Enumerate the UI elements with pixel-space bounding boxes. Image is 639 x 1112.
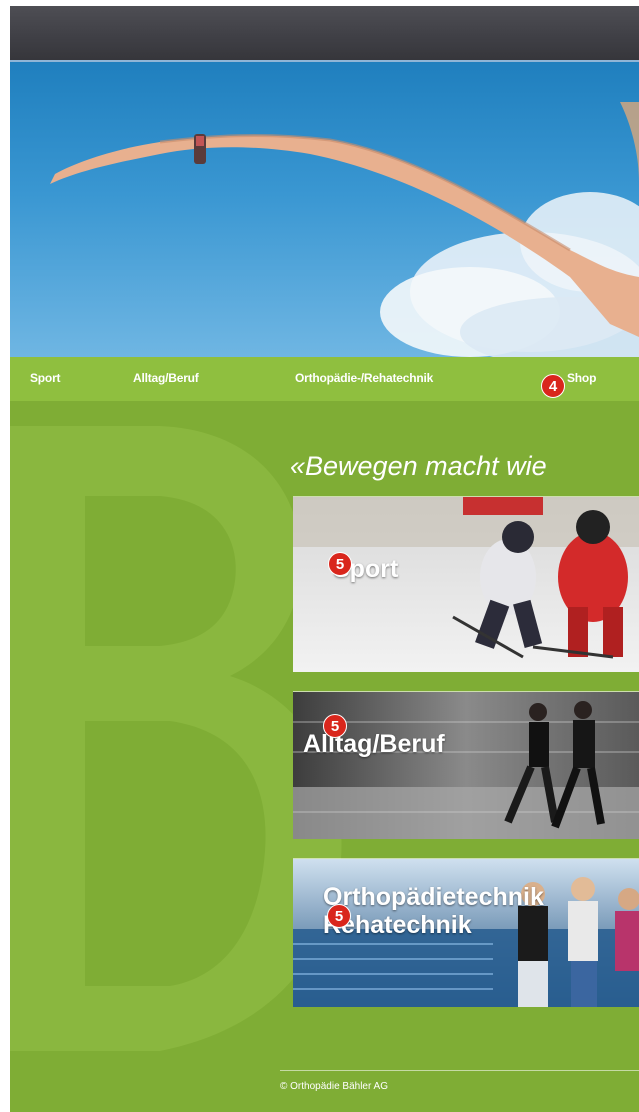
hero-image <box>50 102 639 357</box>
tile-orthopaedie-rehatechnik[interactable]: Orthopädietechnik Rehatechnik 5 <box>293 858 639 1007</box>
hero-banner <box>10 62 639 357</box>
annotation-badge-tile-alltag: 5 <box>323 714 347 738</box>
top-bar <box>10 6 639 62</box>
tile-alltag-beruf-label: Alltag/Beruf <box>303 730 445 758</box>
annotation-badge-tile-sport: 5 <box>328 552 352 576</box>
tile-alltag-beruf-image <box>293 692 639 839</box>
tile-orthopaedie-label-line1: Orthopädietechnik <box>323 883 544 911</box>
page-frame: Sport Alltag/Beruf Orthopädie-/Rehatechn… <box>10 6 639 1112</box>
nav-item-alltag-beruf[interactable]: Alltag/Beruf <box>133 371 199 385</box>
annotation-badge-shop: 4 <box>541 374 565 398</box>
annotation-badge-tile-orthopaedie: 5 <box>327 904 351 928</box>
nav-item-orthopaedie-rehatechnik[interactable]: Orthopädie-/Rehatechnik <box>295 371 433 385</box>
nav-item-sport[interactable]: Sport <box>30 371 61 385</box>
tile-sport[interactable]: Sport 5 <box>293 496 639 672</box>
tagline: «Bewegen macht wie <box>290 451 547 481</box>
main-content: «Bewegen macht wie Sport 5 Alltag/Beruf … <box>10 401 639 1112</box>
footer-divider <box>280 1070 639 1071</box>
nav-item-shop[interactable]: Shop <box>567 371 596 385</box>
tile-sport-image <box>293 497 639 672</box>
tile-alltag-beruf[interactable]: Alltag/Beruf 5 <box>293 691 639 839</box>
footer-copyright: © Orthopädie Bähler AG <box>280 1081 388 1092</box>
main-nav: Sport Alltag/Beruf Orthopädie-/Rehatechn… <box>10 357 639 401</box>
